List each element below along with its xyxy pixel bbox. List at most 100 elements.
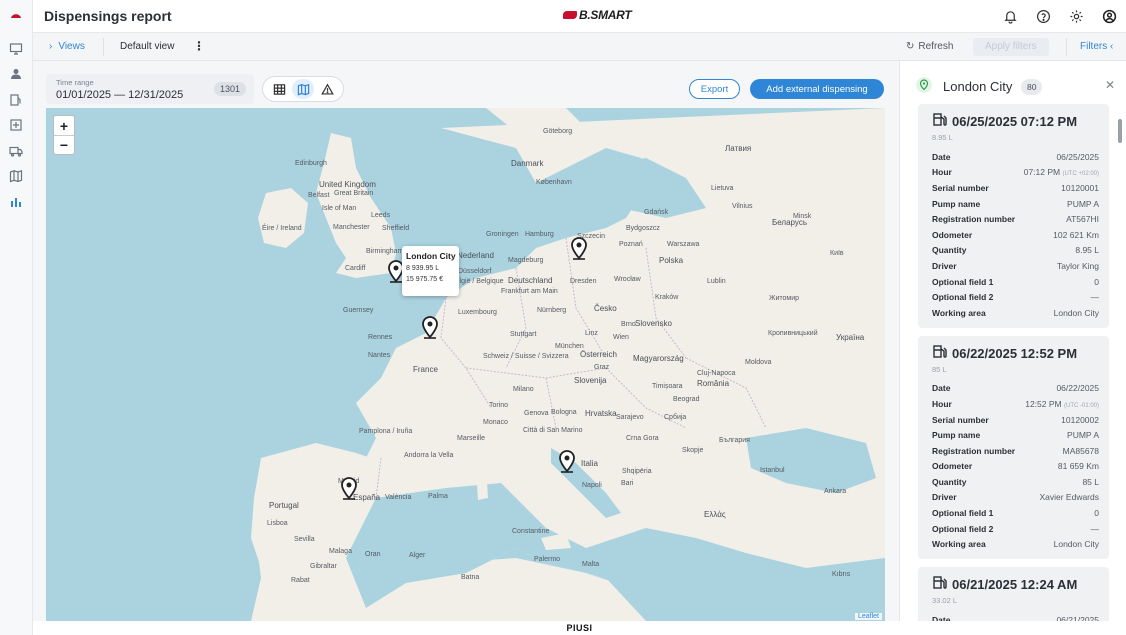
account-icon[interactable]: [1100, 7, 1118, 25]
map-label: Kıbrıs: [832, 571, 851, 578]
map-label: Wrocław: [614, 276, 641, 283]
panel-scrollbar[interactable]: [1118, 109, 1122, 599]
field-value: 10120001: [1061, 183, 1099, 193]
scrollbar-thumb[interactable]: [1118, 119, 1122, 143]
table-view-icon[interactable]: [268, 79, 290, 99]
field-value-text: —: [1090, 292, 1100, 303]
export-button[interactable]: Export: [689, 79, 740, 99]
field-label: Date: [932, 383, 951, 394]
map-label: Česko: [594, 304, 617, 313]
map-label: Genova: [524, 410, 549, 417]
map-label: Vilnius: [732, 203, 753, 210]
field-value-text: London City: [1053, 539, 1099, 550]
timezone-note: (UTC +02:00): [1062, 171, 1099, 178]
map-label: København: [536, 179, 572, 186]
field-value-text: 85 L: [1082, 476, 1099, 487]
map-tooltip: London City 8 939.95 L 15 975.75 €: [402, 246, 459, 296]
map-label: Kraków: [655, 294, 679, 301]
location-pin-icon[interactable]: [340, 477, 358, 501]
location-pin-icon[interactable]: [570, 237, 588, 261]
map-view-icon[interactable]: [292, 79, 314, 99]
map-label: Lisboa: [267, 520, 288, 527]
panel-header: London City 80 ✕: [900, 61, 1126, 105]
map-label: Timișoara: [652, 383, 683, 390]
dispensing-card[interactable]: 06/21/2025 12:24 AM 33.02 L Date 06/21/2025…: [918, 567, 1109, 621]
zoom-in-button[interactable]: +: [54, 116, 74, 135]
map-label: Warszawa: [667, 241, 700, 248]
field-value-text: PUMP A: [1067, 430, 1099, 441]
field-label: Hour: [932, 167, 952, 178]
help-icon[interactable]: [1034, 7, 1052, 25]
map-canvas[interactable]: Edinburgh United Kingdom Great Britain I…: [46, 108, 885, 621]
field-row: Serial number 10120002: [932, 412, 1099, 428]
field-value-text: Xavier Edwards: [1039, 492, 1099, 503]
field-row: Optional field 1 0: [932, 274, 1099, 290]
view-options-kebab-icon[interactable]: ⋮: [193, 39, 205, 53]
default-view-select[interactable]: Default view: [120, 41, 174, 52]
filters-label: Filters: [1080, 41, 1108, 52]
apply-filters-button[interactable]: Apply filters: [973, 38, 1049, 56]
field-value: 06/25/2025: [1056, 152, 1099, 162]
map-label: Great Britain: [334, 190, 374, 197]
map-label: Belfast: [308, 192, 330, 199]
add-external-dispensing-button[interactable]: Add external dispensing: [750, 79, 884, 99]
dispensing-list[interactable]: 06/25/2025 07:12 PM 8.95 L Date 06/25/2025 H…: [918, 104, 1109, 621]
page-title: Dispensings report: [44, 8, 172, 24]
map-label: Cardiff: [345, 265, 366, 272]
field-row: Odometer 102 621 Km: [932, 227, 1099, 243]
monitor-icon[interactable]: [6, 39, 26, 59]
card-heading: 06/25/2025 07:12 PM: [932, 112, 1099, 131]
map-label: Латвия: [725, 144, 752, 153]
divider: [1066, 38, 1067, 56]
field-value-text: 12:52 PM: [1025, 398, 1062, 409]
close-icon[interactable]: ✕: [1105, 78, 1115, 92]
dispensing-card[interactable]: 06/22/2025 12:52 PM 85 L Date 06/22/2025 Hou…: [918, 335, 1109, 560]
alert-view-icon[interactable]: [316, 79, 338, 99]
time-range-picker[interactable]: Time range 01/01/2025 — 12/31/2025 1301: [46, 74, 254, 104]
map-label: València: [385, 494, 412, 501]
field-label: Odometer: [932, 229, 973, 240]
location-pin-icon[interactable]: [558, 450, 576, 474]
field-value-text: 81 659 Km: [1057, 461, 1099, 472]
field-value: London City: [1054, 308, 1099, 318]
app-logo-icon[interactable]: [6, 6, 26, 26]
field-value-text: 10120002: [1061, 414, 1099, 425]
field-row: Quantity 8.95 L: [932, 243, 1099, 259]
field-label: Serial number: [932, 414, 989, 425]
bell-icon[interactable]: [1001, 7, 1019, 25]
map-label: United Kingdom: [319, 180, 376, 189]
field-row: Driver Xavier Edwards: [932, 490, 1099, 506]
pump-icon[interactable]: [6, 90, 26, 110]
map-label: Guernsey: [343, 307, 374, 314]
field-value-text: —: [1090, 523, 1100, 534]
truck-icon[interactable]: [6, 141, 26, 161]
map-icon[interactable]: [6, 166, 26, 186]
map-label: Rennes: [368, 334, 393, 341]
settings-gear-icon[interactable]: [1067, 7, 1085, 25]
tank-icon[interactable]: [6, 115, 26, 135]
refresh-button[interactable]: ↻ Refresh: [906, 41, 953, 52]
leaflet-attribution-link[interactable]: Leaflet: [854, 613, 882, 620]
map-label: Skopje: [682, 447, 704, 454]
filters-toggle[interactable]: Filters ‹: [1080, 41, 1113, 52]
field-label: Registration number: [932, 445, 1016, 456]
chevron-left-icon: ‹: [1110, 41, 1114, 52]
zoom-out-button[interactable]: −: [54, 135, 74, 154]
timezone-note: (UTC -01:00): [1063, 402, 1099, 409]
field-value: 102 621 Km: [1053, 230, 1099, 240]
map-label: Edinburgh: [295, 160, 327, 167]
field-label: Hour: [932, 398, 952, 409]
reports-icon[interactable]: [6, 192, 26, 212]
field-value: 8.95 L: [1075, 245, 1099, 255]
views-toggle[interactable]: › Views: [49, 41, 85, 52]
map-label: Éire / Ireland: [262, 225, 302, 232]
location-pin-icon[interactable]: [421, 316, 439, 340]
user-icon[interactable]: [6, 64, 26, 84]
dispensing-card[interactable]: 06/25/2025 07:12 PM 8.95 L Date 06/25/2025 H…: [918, 104, 1109, 328]
map-label: Bologna: [551, 409, 577, 416]
field-value-text: 07:12 PM: [1023, 167, 1061, 178]
map-label: Schweiz / Suisse / Svizzera: [483, 353, 569, 360]
map-label: Oran: [365, 551, 381, 558]
time-range-label: Time range: [56, 78, 94, 87]
field-value: 07:12 PM (UTC +02:00): [1024, 167, 1099, 177]
